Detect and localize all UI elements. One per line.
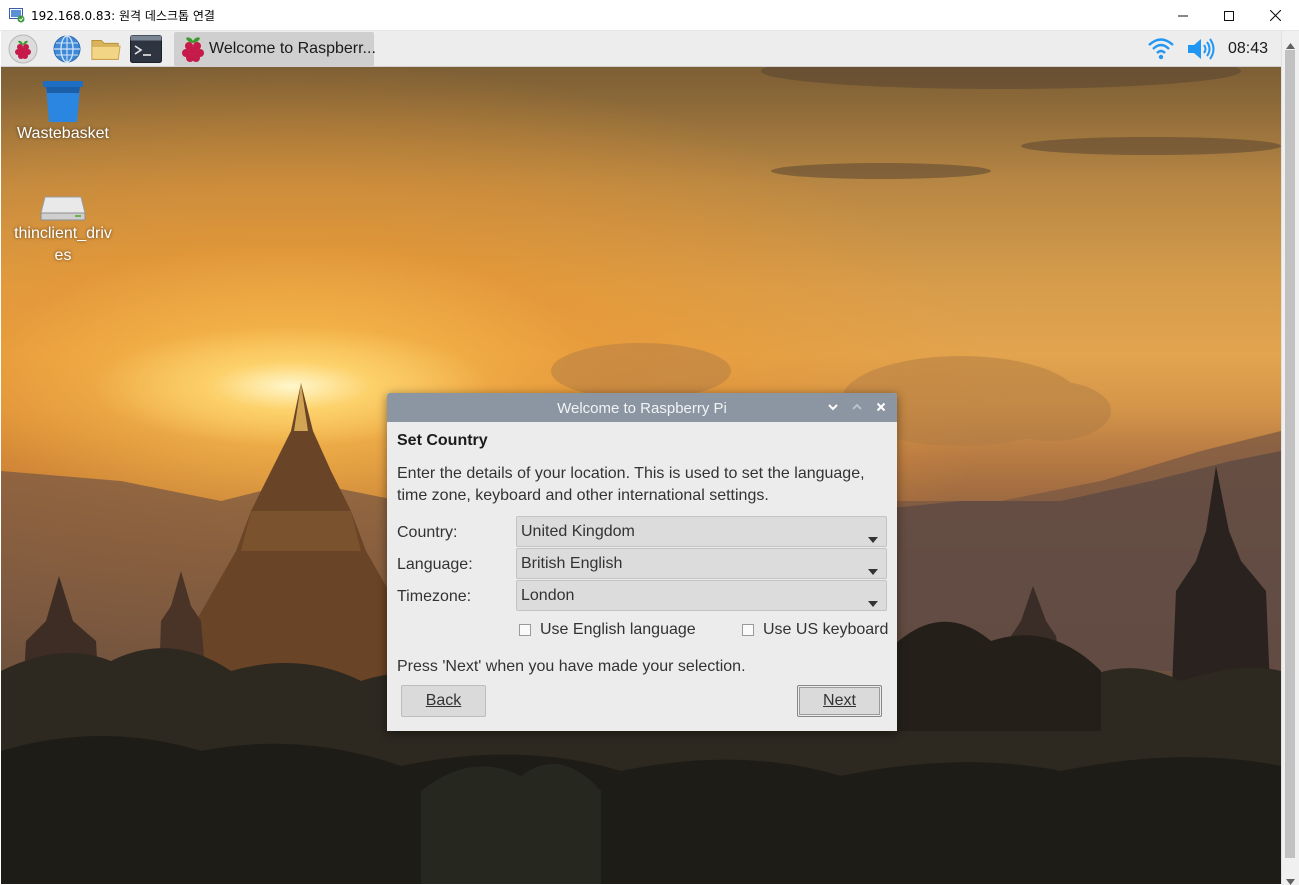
raspberry-menu-icon[interactable] <box>7 33 39 65</box>
dialog-close-icon[interactable] <box>874 400 888 414</box>
taskbar-window-label: Welcome to Raspberr... <box>209 40 376 57</box>
next-button-label: Next <box>823 692 856 709</box>
checkbox-box[interactable] <box>742 624 754 636</box>
file-manager-icon[interactable] <box>90 33 122 65</box>
window-title: 192.168.0.83: 원격 데스크톱 연결 <box>31 9 215 23</box>
country-dropdown[interactable]: United Kingdom <box>516 516 887 547</box>
use-us-keyboard-label: Use US keyboard <box>763 621 889 638</box>
scroll-down-icon[interactable] <box>1286 872 1295 885</box>
dialog-description: Enter the details of your location. This… <box>397 465 865 504</box>
dialog-maximize-icon[interactable] <box>850 400 864 414</box>
terminal-icon[interactable] <box>130 33 162 65</box>
taskbar-window-button[interactable]: Welcome to Raspberr... <box>174 32 376 69</box>
close-button[interactable] <box>1252 0 1298 31</box>
drives-label: thinclient_drives <box>14 225 112 264</box>
back-button-label: Back <box>425 692 462 709</box>
wastebasket-desktop-icon[interactable]: Wastebasket <box>13 79 113 145</box>
wastebasket-label: Wastebasket <box>17 125 109 142</box>
drive-icon <box>40 196 86 221</box>
remote-desktop-icon <box>9 8 25 23</box>
country-label: Country: <box>397 524 458 541</box>
language-value: British English <box>521 555 623 572</box>
maximize-button[interactable] <box>1206 0 1252 31</box>
clock[interactable]: 08:43 <box>1228 40 1268 58</box>
language-label: Language: <box>397 556 473 573</box>
country-value: United Kingdom <box>521 523 635 540</box>
dialog-title: Welcome to Raspberry Pi <box>557 400 727 417</box>
use-english-language-checkbox[interactable]: Use English language <box>519 621 696 639</box>
welcome-dialog: Welcome to Raspberry Pi Set Country Ente… <box>387 393 897 731</box>
drives-desktop-icon[interactable]: thinclient_drives <box>13 193 113 267</box>
scrollbar-thumb[interactable] <box>1285 50 1295 858</box>
timezone-label: Timezone: <box>397 588 472 605</box>
vertical-scrollbar[interactable] <box>1281 31 1299 885</box>
chevron-down-icon <box>868 530 878 548</box>
use-us-keyboard-checkbox[interactable]: Use US keyboard <box>742 621 888 639</box>
web-browser-icon[interactable] <box>51 33 83 65</box>
back-button[interactable]: Back <box>401 685 486 717</box>
taskbar-panel: Welcome to Raspberr... 08:43 <box>1 31 1281 67</box>
raspberry-pi-icon <box>179 34 207 69</box>
dialog-hint: Press 'Next' when you have made your sel… <box>397 658 746 675</box>
minimize-button[interactable] <box>1160 0 1206 31</box>
dialog-titlebar[interactable]: Welcome to Raspberry Pi <box>387 393 897 422</box>
chevron-down-icon <box>868 562 878 580</box>
language-dropdown[interactable]: British English <box>516 548 887 579</box>
desktop[interactable]: Welcome to Raspberr... 08:43 Wastebasket… <box>1 31 1281 884</box>
checkbox-box[interactable] <box>519 624 531 636</box>
dialog-minimize-icon[interactable] <box>826 400 840 414</box>
volume-icon[interactable] <box>1186 37 1216 66</box>
rdp-titlebar: 192.168.0.83: 원격 데스크톱 연결 <box>0 0 1299 31</box>
dialog-heading: Set Country <box>397 432 488 449</box>
wifi-icon[interactable] <box>1147 36 1175 67</box>
use-english-language-label: Use English language <box>540 621 696 638</box>
timezone-dropdown[interactable]: London <box>516 580 887 611</box>
wastebasket-icon <box>43 81 83 122</box>
timezone-value: London <box>521 587 575 604</box>
chevron-down-icon <box>868 594 878 612</box>
next-button[interactable]: Next <box>797 685 882 717</box>
